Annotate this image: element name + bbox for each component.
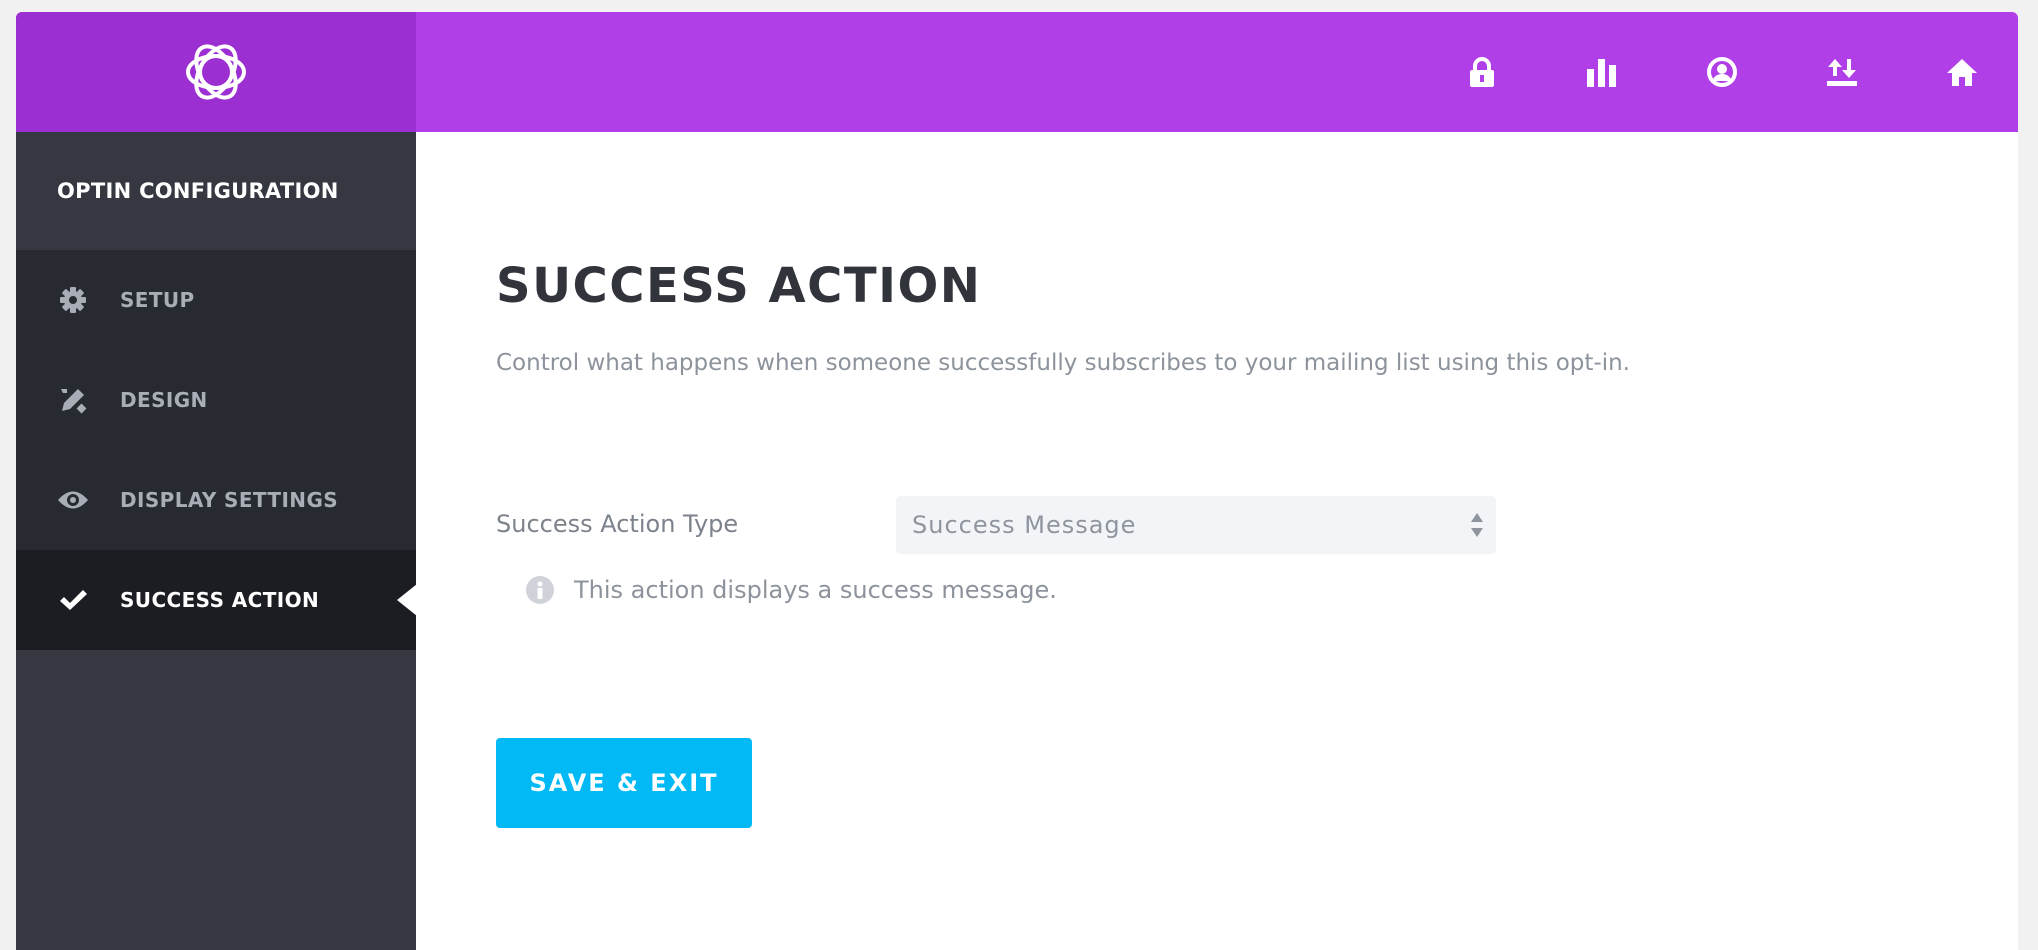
check-icon (56, 583, 90, 617)
sidebar-item-label: DESIGN (120, 388, 208, 412)
page-description: Control what happens when someone succes… (496, 350, 1630, 376)
sidebar-item-design[interactable]: DESIGN (16, 350, 416, 450)
sidebar-title: OPTIN CONFIGURATION (16, 132, 416, 250)
sidebar: OPTIN CONFIGURATION SETUP DESIGN DISPLAY… (16, 132, 417, 950)
sidebar-nav: SETUP DESIGN DISPLAY SETTINGS SUCCESS AC… (16, 250, 417, 650)
sidebar-item-display-settings[interactable]: DISPLAY SETTINGS (16, 450, 416, 550)
stats-bars-icon[interactable] (1582, 52, 1622, 92)
sidebar-item-success-action[interactable]: SUCCESS ACTION (16, 550, 417, 650)
home-icon[interactable] (1942, 52, 1982, 92)
select-value: Success Message (912, 511, 1137, 539)
sidebar-item-label: SETUP (120, 288, 195, 312)
select-arrows-icon (1470, 511, 1484, 543)
help-row: This action displays a success message. (526, 576, 1057, 604)
account-circle-icon[interactable] (1702, 52, 1742, 92)
main-content: SUCCESS ACTION Control what happens when… (416, 132, 2018, 950)
active-pointer (397, 584, 417, 616)
page-title: SUCCESS ACTION (496, 258, 982, 314)
import-export-icon[interactable] (1822, 52, 1862, 92)
eye-icon (56, 483, 90, 517)
success-action-type-label: Success Action Type (496, 510, 739, 538)
help-text: This action displays a success message. (574, 576, 1057, 604)
bloom-logo-icon (186, 44, 246, 100)
sidebar-item-setup[interactable]: SETUP (16, 250, 416, 350)
sidebar-item-label: SUCCESS ACTION (120, 588, 320, 612)
success-action-type-select[interactable]: Success Message (896, 496, 1496, 554)
sidebar-item-label: DISPLAY SETTINGS (120, 488, 339, 512)
save-exit-button[interactable]: SAVE & EXIT (496, 738, 752, 828)
design-pencil-icon (56, 383, 90, 417)
info-icon (526, 576, 554, 604)
logo-area[interactable] (16, 12, 416, 132)
gear-icon (56, 283, 90, 317)
top-bar (16, 12, 2018, 132)
app-window: OPTIN CONFIGURATION SETUP DESIGN DISPLAY… (16, 12, 2018, 950)
lock-icon[interactable] (1462, 52, 1502, 92)
